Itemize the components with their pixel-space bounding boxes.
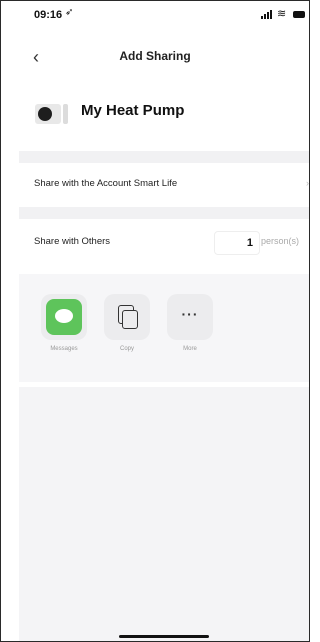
heat-pump-icon <box>35 102 69 124</box>
status-bar: 09:16 ➶ ≋ <box>1 1 309 27</box>
section-divider <box>19 151 309 163</box>
share-with-others-label: Share with Others <box>34 236 111 247</box>
battery-icon <box>293 11 305 18</box>
status-time: 09:16 <box>34 9 63 21</box>
wifi-icon: ≋ <box>277 8 287 20</box>
share-with-account-label: Share with the Account Smart Life <box>34 178 178 189</box>
copy-icon <box>104 294 150 340</box>
person-count-input[interactable]: 1 <box>214 231 260 255</box>
phone-screen: 09:16 ➶ ≋ ‹ Add Sharing My Heat Pump Sha… <box>0 0 310 642</box>
person-count-value: 1 <box>246 237 253 249</box>
chevron-right-icon: › <box>306 178 309 188</box>
page-title: Add Sharing <box>119 49 191 63</box>
home-indicator <box>119 635 209 638</box>
signal-icon <box>261 9 273 19</box>
share-options: Messages Copy ··· More <box>19 274 309 382</box>
empty-area <box>19 387 309 641</box>
location-icon: ➶ <box>65 7 74 18</box>
share-copy-label: Copy <box>119 346 134 352</box>
device-name: My Heat Pump <box>81 102 185 119</box>
more-icon: ··· <box>181 306 199 322</box>
section-divider <box>19 207 309 219</box>
share-more-label: More <box>183 346 197 352</box>
person-count-unit: person(s) <box>261 236 300 246</box>
share-with-account-row[interactable]: Share with the Account Smart Life › <box>19 163 309 207</box>
share-copy-button[interactable]: Copy <box>104 294 150 352</box>
share-with-others-row: Share with Others 1 person(s) <box>19 221 309 265</box>
share-messages-button[interactable]: Messages <box>41 294 87 352</box>
share-messages-label: Messages <box>50 346 78 352</box>
messages-icon <box>46 299 82 335</box>
share-more-button[interactable]: ··· More <box>167 294 213 352</box>
